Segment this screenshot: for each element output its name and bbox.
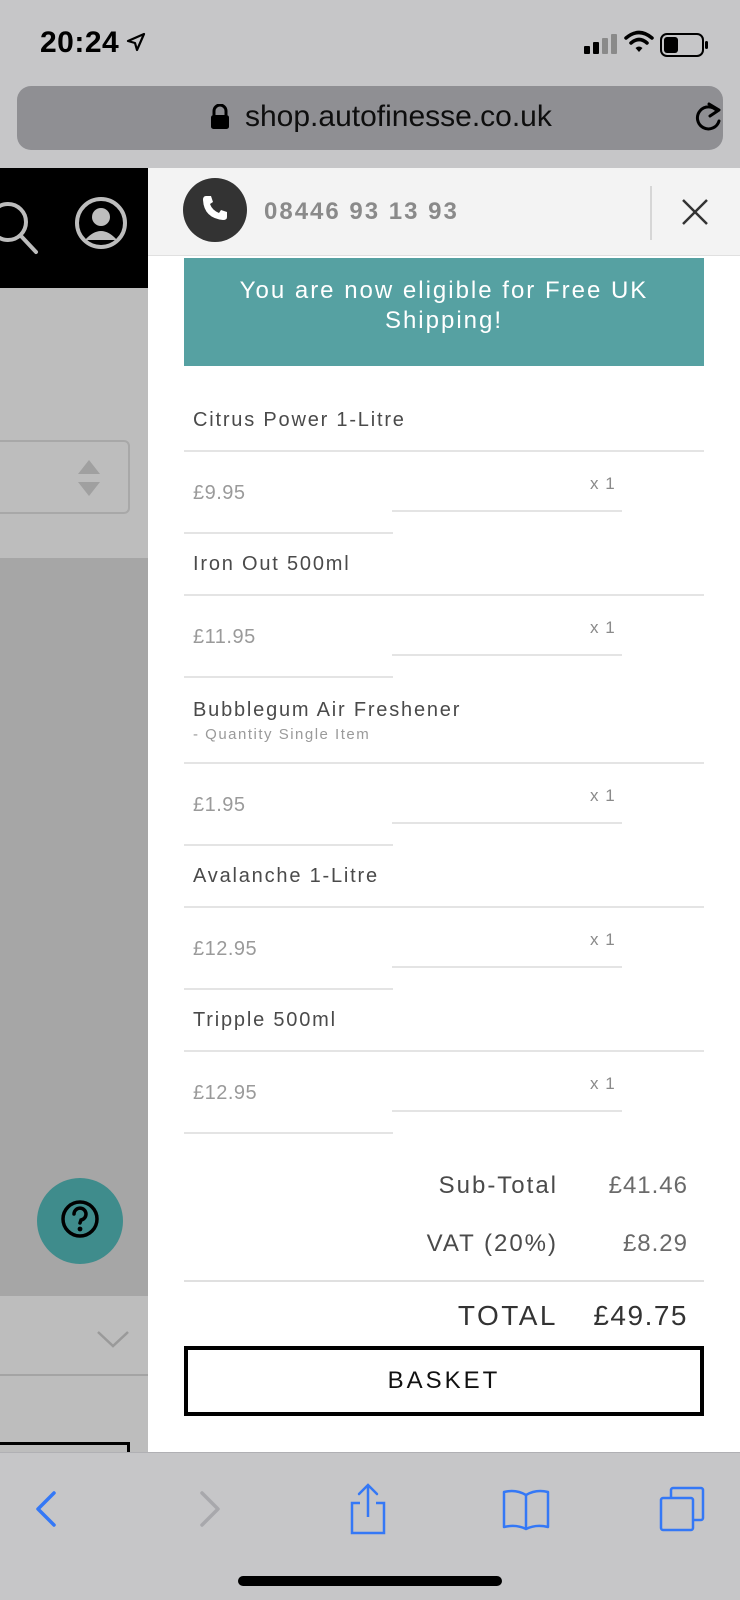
- cart-item-name[interactable]: Citrus Power 1-Litre: [193, 408, 695, 432]
- cart-item-quantity: x 1: [590, 786, 616, 805]
- tabs-icon: [659, 1486, 705, 1537]
- cart-item-quantity: x 1: [590, 618, 616, 637]
- cart-item: Tripple 500ml £12.95 x 1: [184, 990, 704, 1134]
- divider: [650, 186, 652, 240]
- page-element: [0, 1442, 130, 1452]
- cart-item-name-row: Iron Out 500ml: [184, 534, 704, 596]
- cart-item-name-row: Citrus Power 1-Litre: [184, 390, 704, 452]
- share-icon: [348, 1482, 388, 1540]
- phone-icon: [200, 193, 230, 228]
- cart-item-price-row: £12.95 x 1: [184, 908, 704, 990]
- help-button[interactable]: [37, 1178, 123, 1264]
- chevron-down-icon[interactable]: [96, 1328, 130, 1355]
- total-value: £49.75: [593, 1300, 688, 1331]
- reload-icon[interactable]: [693, 102, 723, 139]
- cart-item-name[interactable]: Avalanche 1-Litre: [193, 864, 695, 888]
- vat-value: £8.29: [622, 1230, 688, 1257]
- divider: [0, 1374, 148, 1376]
- quantity-field[interactable]: [392, 764, 622, 824]
- lock-icon: [209, 103, 231, 135]
- cart-item-name-row: Tripple 500ml: [184, 990, 704, 1052]
- cart-item-name-row: Bubblegum Air Freshener - Quantity Singl…: [184, 678, 704, 764]
- home-indicator[interactable]: [238, 1576, 502, 1586]
- cart-item-name[interactable]: Iron Out 500ml: [193, 552, 695, 576]
- status-time: 20:24: [40, 26, 120, 59]
- wifi-icon: [624, 30, 654, 59]
- bookmarks-button[interactable]: [496, 1481, 556, 1541]
- location-arrow-icon: [126, 32, 146, 57]
- back-button[interactable]: [16, 1481, 76, 1541]
- share-button[interactable]: [338, 1481, 398, 1541]
- battery-icon: [660, 33, 710, 62]
- address-bar[interactable]: shop.autofinesse.co.uk: [17, 86, 723, 150]
- cart-item-price: £11.95: [193, 626, 256, 648]
- close-icon: [680, 197, 710, 232]
- cart-item-name-row: Avalanche 1-Litre: [184, 846, 704, 908]
- cart-item: Citrus Power 1-Litre £9.95 x 1: [184, 390, 704, 534]
- cart-item-price: £12.95: [193, 1082, 258, 1104]
- cart-item-quantity: x 1: [590, 474, 616, 493]
- divider: [184, 1132, 393, 1134]
- cart-item-price: £9.95: [193, 482, 246, 504]
- cart-item-price-row: £12.95 x 1: [184, 1052, 704, 1134]
- cart-item: Avalanche 1-Litre £12.95 x 1: [184, 846, 704, 990]
- cart-totals: Sub-Total £41.46 VAT (20%) £8.29 TOTAL £…: [184, 1162, 704, 1352]
- cart-item-quantity: x 1: [590, 1074, 616, 1093]
- tabs-button[interactable]: [652, 1481, 712, 1541]
- sort-select[interactable]: [0, 440, 130, 514]
- subtotal-value: £41.46: [608, 1172, 688, 1199]
- cart-item-price: £1.95: [193, 794, 246, 816]
- quantity-field[interactable]: [392, 1052, 622, 1112]
- chevron-left-icon: [34, 1489, 58, 1534]
- cart-item-name[interactable]: Tripple 500ml: [193, 1008, 695, 1032]
- subtotal-row: Sub-Total £41.46: [184, 1162, 704, 1220]
- quantity-field[interactable]: [392, 908, 622, 968]
- vat-label: VAT (20%): [426, 1230, 558, 1257]
- question-mark-icon: [60, 1199, 100, 1244]
- account-icon[interactable]: [74, 196, 128, 255]
- subtotal-label: Sub-Total: [438, 1172, 558, 1199]
- phone-button[interactable]: [183, 178, 247, 242]
- forward-button[interactable]: [180, 1481, 240, 1541]
- cart-item-price: £12.95: [193, 938, 258, 960]
- status-bar: 20:24: [0, 0, 740, 86]
- basket-button[interactable]: BASKET: [184, 1346, 704, 1416]
- cart-item: Iron Out 500ml £11.95 x 1: [184, 534, 704, 678]
- site-header: [0, 168, 148, 288]
- drawer-header: 08446 93 13 93: [148, 168, 740, 256]
- signal-icon: [584, 34, 618, 59]
- total-label: TOTAL: [457, 1300, 558, 1331]
- quantity-field[interactable]: [392, 452, 622, 512]
- chevron-right-icon: [198, 1489, 222, 1534]
- cart-drawer: 08446 93 13 93 You are now eligible for …: [148, 168, 740, 1452]
- cart-item-variant: - Quantity Single Item: [193, 725, 371, 743]
- free-shipping-banner: You are now eligible for Free UK Shippin…: [184, 258, 704, 366]
- cart-item-name[interactable]: Bubblegum Air Freshener: [193, 698, 695, 722]
- cart-item-price-row: £11.95 x 1: [184, 596, 704, 678]
- close-button[interactable]: [660, 184, 730, 244]
- total-row: TOTAL £49.75: [184, 1282, 704, 1352]
- cart-item: Bubblegum Air Freshener - Quantity Singl…: [184, 678, 704, 846]
- cart-item-quantity: x 1: [590, 930, 616, 949]
- quantity-field[interactable]: [392, 596, 622, 656]
- select-arrows-icon: [76, 458, 102, 503]
- cart-item-price-row: £1.95 x 1: [184, 764, 704, 846]
- book-icon: [502, 1487, 550, 1536]
- cart-items-list: Citrus Power 1-Litre £9.95 x 1 Iron Out …: [184, 390, 704, 1134]
- phone-number[interactable]: 08446 93 13 93: [264, 198, 459, 226]
- vat-row: VAT (20%) £8.29: [184, 1220, 704, 1278]
- url-text[interactable]: shop.autofinesse.co.uk: [245, 100, 552, 134]
- cart-item-price-row: £9.95 x 1: [184, 452, 704, 534]
- search-icon[interactable]: [0, 198, 42, 263]
